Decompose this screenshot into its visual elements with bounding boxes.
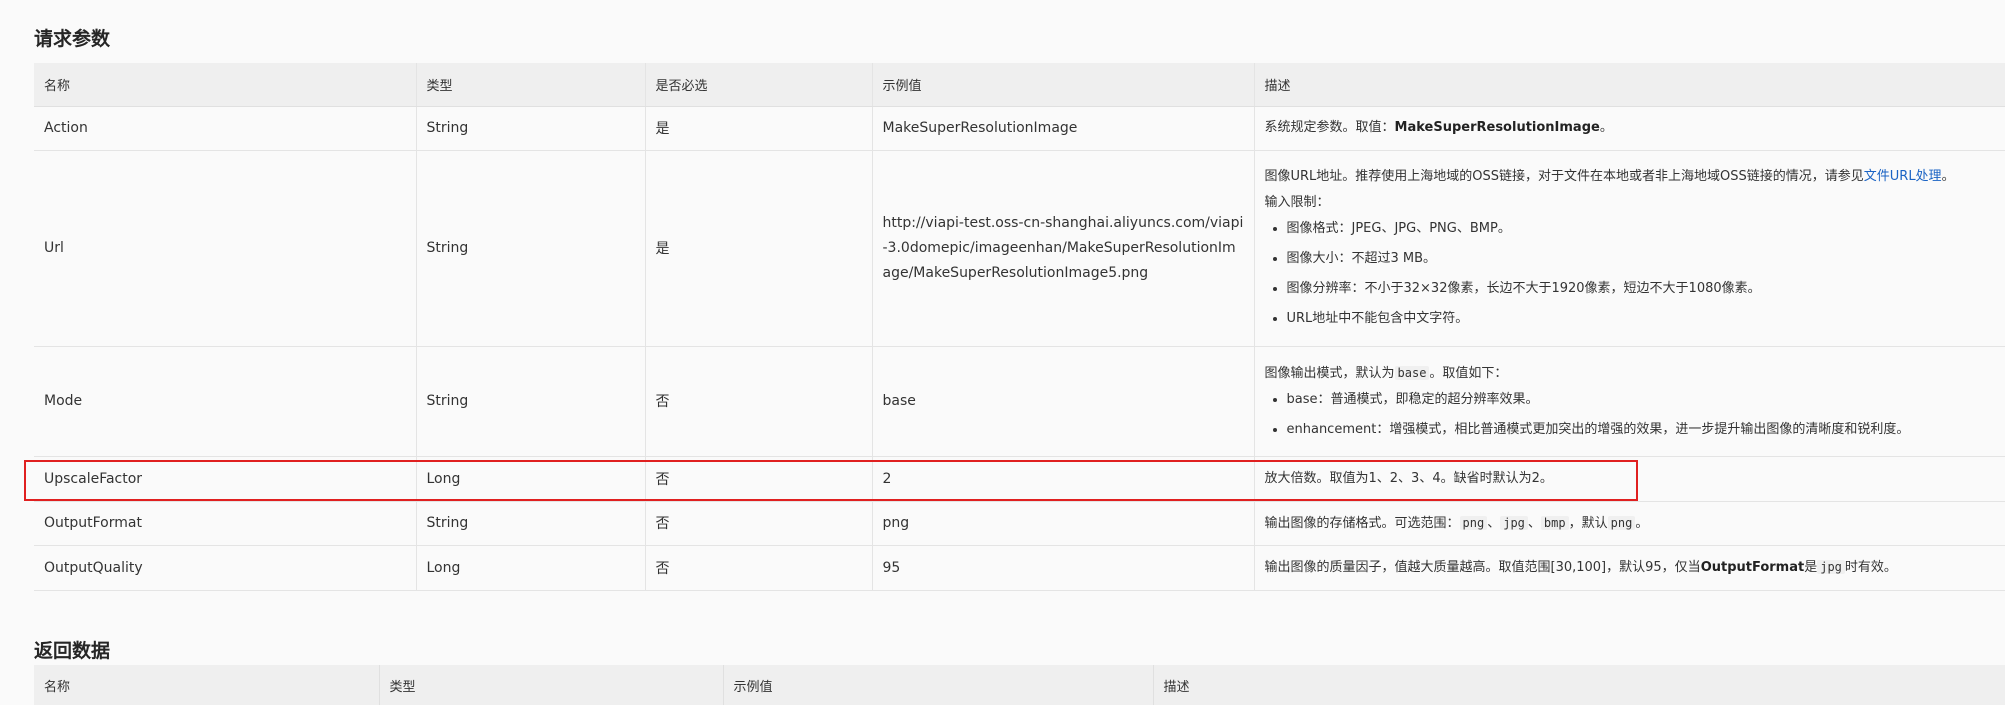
col-header-name: 名称 [34,63,417,107]
col-header-name: 名称 [34,665,380,705]
param-name: UpscaleFactor [34,456,417,502]
param-required: 是 [645,106,873,151]
table-row: Mode String 否 base 图像输出模式，默认为 base 。取值如下： … [34,346,2005,457]
param-required: 是 [645,150,873,347]
desc-text: 。 [1635,515,1649,531]
desc-text: 、 [1487,515,1501,531]
request-params-table: 名称 类型 是否必选 示例值 描述 Action String 是 MakeSu… [34,63,2005,591]
param-required: 否 [645,545,873,591]
desc-text: ，默认 [1568,515,1608,531]
table-row: UpscaleFactor Long 否 2 放大倍数。取值为1、2、3、4。缺… [34,456,2005,502]
list-item: URL地址中不能包含中文字符。 [1287,309,1996,329]
desc-bold: OutputFormat [1700,560,1805,575]
param-name: Url [34,150,417,347]
desc-text: 、 [1527,515,1541,531]
desc-code: base [1394,365,1430,380]
param-name: OutputFormat [34,501,417,546]
desc-text: 图像URL地址。推荐使用上海地域的OSS链接，对于文件在本地或者非上海地域OSS… [1264,169,1864,184]
param-type: Long [416,456,646,502]
param-description: 系统规定参数。取值：MakeSuperResolutionImage。 [1254,106,2005,151]
param-type: String [416,346,646,457]
param-type: String [416,150,646,347]
param-name: OutputQuality [34,545,417,591]
desc-list: 图像格式：JPEG、JPG、PNG、BMP。 图像大小：不超过3 MB。 图像分… [1265,219,1996,329]
param-example: png [872,501,1255,546]
param-type: String [416,501,646,546]
param-required: 否 [645,501,873,546]
desc-list: base：普通模式，即稳定的超分辨率效果。 enhancement：增强模式，相… [1265,390,1996,440]
desc-text: 。 [1599,120,1613,135]
desc-text: 图像输出模式，默认为 [1264,365,1395,381]
param-example: 2 [872,456,1255,502]
response-data-table: 名称 类型 示例值 描述 [34,665,2005,705]
param-example: http://viapi-test.oss-cn-shanghai.aliyun… [872,150,1255,347]
table-row: OutputQuality Long 否 95 输出图像的质量因子，值越大质量越… [34,545,2005,591]
param-description: 图像URL地址。推荐使用上海地域的OSS链接，对于文件在本地或者非上海地域OSS… [1254,150,2005,347]
param-name: Action [34,106,417,151]
desc-code: png [1607,515,1636,530]
param-required: 否 [645,456,873,502]
desc-paragraph: 图像URL地址。推荐使用上海地域的OSS链接，对于文件在本地或者非上海地域OSS… [1265,167,1996,187]
col-header-required: 是否必选 [645,63,873,107]
desc-text: 是 [1804,560,1818,575]
param-description: 图像输出模式，默认为base。取值如下： base：普通模式，即稳定的超分辨率效… [1254,346,2005,457]
col-header-example: 示例值 [872,63,1255,107]
desc-paragraph: 图像输出模式，默认为 base 。取值如下： [1265,363,1996,384]
col-header-type: 类型 [379,665,724,705]
desc-code: bmp [1540,515,1569,530]
table-row: Action String 是 MakeSuperResolutionImage… [34,106,2005,151]
param-type: Long [416,545,646,591]
param-description: 放大倍数。取值为1、2、3、4。缺省时默认为2。 [1254,456,2005,502]
list-item: enhancement：增强模式，相比普通模式更加突出的增强的效果，进一步提升输… [1287,420,1996,440]
param-example: MakeSuperResolutionImage [872,106,1255,151]
col-header-description: 描述 [1153,665,2005,705]
desc-code: png [1459,515,1488,530]
list-item: 图像格式：JPEG、JPG、PNG、BMP。 [1287,219,1996,239]
desc-text: 。 [1941,169,1955,184]
desc-text: 输出图像的存储格式。可选范围： [1264,515,1460,531]
list-item: base：普通模式，即稳定的超分辨率效果。 [1287,390,1996,410]
file-url-link[interactable]: 文件URL处理 [1864,169,1942,184]
param-required: 否 [645,346,873,457]
col-header-type: 类型 [416,63,646,107]
table-header-row: 名称 类型 示例值 描述 [34,665,2005,705]
desc-code: jpg [1817,560,1845,574]
param-description: 输出图像的存储格式。可选范围： png、 jpg、 bmp ，默认 png。 [1254,501,2005,546]
request-params-title: 请求参数 [34,28,111,50]
param-example: 95 [872,545,1255,591]
desc-bold: MakeSuperResolutionImage [1394,120,1600,135]
param-type: String [416,106,646,151]
col-header-description: 描述 [1254,63,2005,107]
table-row: Url String 是 http://viapi-test.oss-cn-sh… [34,150,2005,347]
param-example: base [872,346,1255,457]
response-data-title: 返回数据 [34,640,111,662]
desc-text: 系统规定参数。取值： [1264,120,1395,135]
desc-text: 输出图像的质量因子，值越大质量越高。取值范围[30,100]，默认95，仅当 [1264,560,1701,575]
desc-code: jpg [1500,515,1528,530]
list-item: 图像分辨率：不小于32×32像素，长边不大于1920像素，短边不大于1080像素… [1287,279,1996,299]
desc-text: 时有效。 [1844,560,1897,575]
desc-paragraph: 输入限制： [1264,195,1330,210]
param-name: Mode [34,346,417,457]
param-description: 输出图像的质量因子，值越大质量越高。取值范围[30,100]，默认95，仅当Ou… [1254,545,2005,591]
table-header-row: 名称 类型 是否必选 示例值 描述 [34,63,2005,107]
list-item: 图像大小：不超过3 MB。 [1287,249,1996,269]
table-row: OutputFormat String 否 png 输出图像的存储格式。可选范围… [34,501,2005,546]
col-header-example: 示例值 [723,665,1154,705]
desc-text: 。取值如下： [1429,365,1508,381]
